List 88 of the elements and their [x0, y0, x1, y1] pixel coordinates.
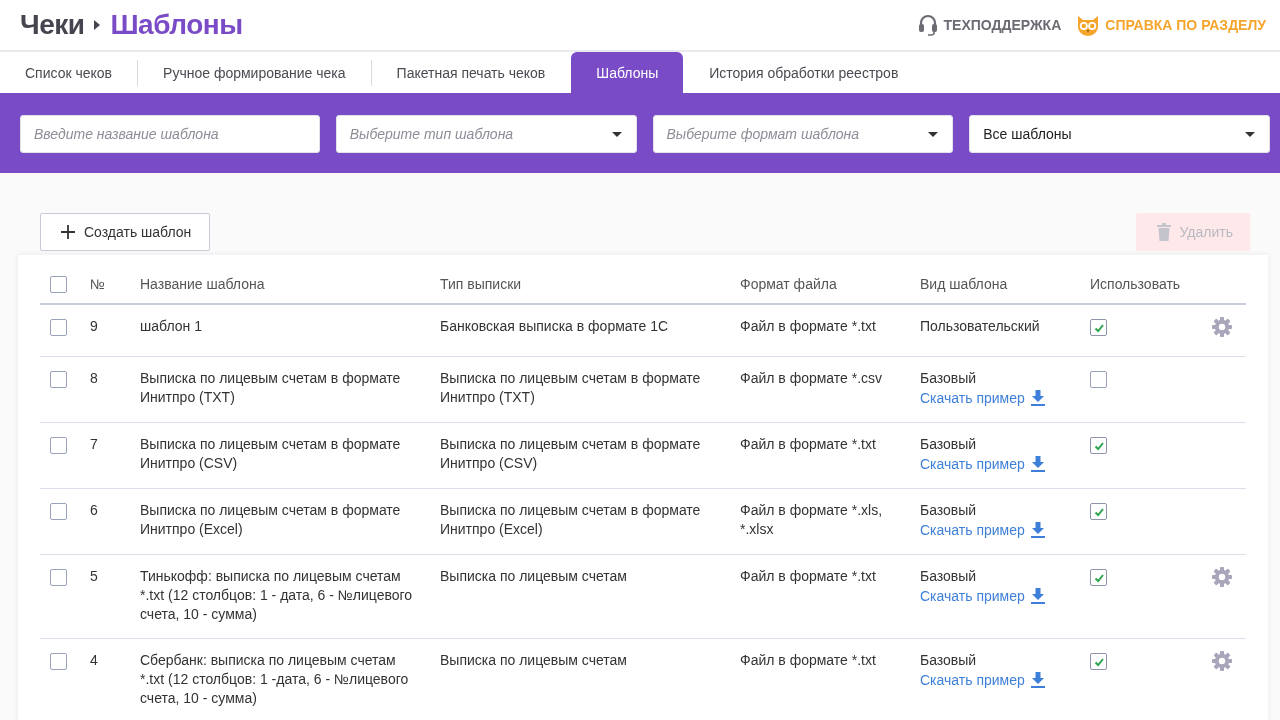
checkbox[interactable] [50, 371, 67, 388]
column-header: Название шаблона [140, 275, 265, 292]
download-link[interactable]: Скачать пример [920, 586, 1045, 606]
checkbox[interactable] [50, 319, 67, 336]
download-icon [1030, 456, 1045, 472]
table-cell: 9 [90, 318, 98, 334]
table-cell: Файл в формате *.xls, *.xlsx [740, 502, 883, 537]
table-cell: 7 [90, 436, 98, 452]
checkbox[interactable] [1090, 569, 1107, 586]
caret-icon [611, 131, 622, 137]
settings-icon[interactable] [1212, 567, 1232, 587]
table-cell: Выписка по лицевым счетам в формате Инитпро (CSV) [140, 436, 401, 471]
checkbox[interactable] [50, 569, 67, 586]
download-icon [1030, 588, 1045, 604]
column-header: Тип выписки [440, 275, 522, 292]
column-header: Формат файла [740, 275, 837, 292]
checkmark-icon [1093, 506, 1104, 517]
headset-icon [917, 14, 938, 36]
table-cell: 8 [90, 370, 98, 386]
support-link[interactable]: ТЕХПОДДЕРЖКА [917, 14, 1062, 36]
caret-icon [928, 131, 939, 137]
download-icon [1030, 522, 1045, 538]
page-title: Шаблоны [110, 9, 243, 41]
table-cell: Базовый [920, 501, 977, 520]
table-cell: Файл в формате *.csv [740, 370, 883, 386]
settings-icon[interactable] [1212, 651, 1232, 671]
download-icon [1030, 390, 1045, 406]
column-header: Использовать [1090, 275, 1181, 292]
tab[interactable]: Пакетная печать чеков [371, 52, 571, 93]
table-cell: Выписка по лицевым счетам в формате Инитпро (TXT) [140, 370, 401, 405]
table-cell: 5 [90, 568, 98, 584]
tab[interactable]: Шаблоны [571, 52, 684, 93]
search-field[interactable]: Введите название шаблона [20, 115, 320, 153]
table-cell: Тинькофф: выписка по лицевым счетам *.txt (12 столбцов: 1 - дата, 6 - №лицевого счета, 10 - сумма) [140, 568, 413, 622]
column-header: № [90, 275, 106, 292]
table-cell: Файл в формате *.txt [740, 318, 876, 334]
table-cell: Выписка по лицевым счетам в формате Инитпро (TXT) [440, 370, 701, 405]
table-cell: Файл в формате *.txt [740, 652, 876, 668]
table-cell: Выписка по лицевым счетам в формате Инитпро (Excel) [140, 502, 401, 537]
table-cell: Пользовательский [920, 317, 1040, 336]
checkbox[interactable] [50, 503, 67, 520]
download-link[interactable]: Скачать пример [920, 520, 1045, 540]
create-button[interactable]: Создать шаблон [40, 213, 211, 251]
dropdown[interactable]: Выберите тип шаблона [335, 115, 637, 153]
checkmark-icon [1093, 440, 1104, 451]
table-cell: Сбербанк: выписка по лицевым счетам *.txt (12 столбцов: 1 -дата, 6 - №лицевого счета, 10 - сумма) [140, 652, 409, 706]
download-icon [1030, 672, 1045, 688]
dropdown[interactable]: Выберите формат шаблона [652, 115, 954, 153]
column-header: Вид шаблона [920, 275, 1008, 292]
table-cell: Банковская выписка в формате 1С [440, 318, 669, 334]
table-cell: Выписка по лицевым счетам [440, 568, 627, 584]
table-cell: шаблон 1 [140, 318, 202, 334]
checkmark-icon [1093, 572, 1104, 583]
download-link[interactable]: Скачать пример [920, 670, 1045, 690]
download-link[interactable]: Скачать пример [920, 454, 1045, 474]
table-cell: Файл в формате *.txt [740, 436, 876, 452]
checkbox[interactable] [1090, 371, 1107, 388]
checkbox[interactable] [50, 275, 67, 293]
tab[interactable]: Список чеков [0, 52, 138, 93]
trash-icon [1156, 223, 1171, 241]
caret-icon [1245, 131, 1255, 137]
checkbox[interactable] [1090, 437, 1107, 454]
checkbox[interactable] [50, 653, 67, 670]
plus-icon [61, 225, 75, 239]
tab[interactable]: Ручное формирование чека [138, 52, 371, 93]
download-link[interactable]: Скачать пример [920, 388, 1045, 408]
table-cell: Выписка по лицевым счетам в формате Инитпро (Excel) [440, 502, 701, 537]
table-cell: Выписка по лицевым счетам [440, 652, 627, 668]
table-cell: 6 [90, 502, 98, 518]
checkbox[interactable] [1090, 319, 1107, 336]
table-cell: Базовый [920, 567, 977, 586]
tab[interactable]: История обработки реестров [684, 52, 924, 93]
checkbox[interactable] [1090, 653, 1107, 670]
table-cell: Выписка по лицевым счетам в формате Инитпро (CSV) [440, 436, 701, 471]
breadcrumb-link[interactable]: Чеки [20, 9, 85, 41]
table-cell: Базовый [920, 435, 977, 454]
owl-icon [1077, 14, 1100, 36]
table-cell: Базовый [920, 651, 977, 670]
checkbox[interactable] [1090, 503, 1107, 520]
checkmark-icon [1093, 322, 1104, 333]
settings-icon[interactable] [1212, 317, 1232, 337]
dropdown[interactable]: Все шаблоны [969, 115, 1270, 153]
checkbox[interactable] [50, 437, 67, 454]
table-cell: Базовый [920, 369, 977, 388]
checkmark-icon [1093, 656, 1104, 667]
table-cell: 4 [90, 652, 98, 668]
breadcrumb-caret-icon [94, 20, 101, 30]
table-cell: Файл в формате *.txt [740, 568, 876, 584]
